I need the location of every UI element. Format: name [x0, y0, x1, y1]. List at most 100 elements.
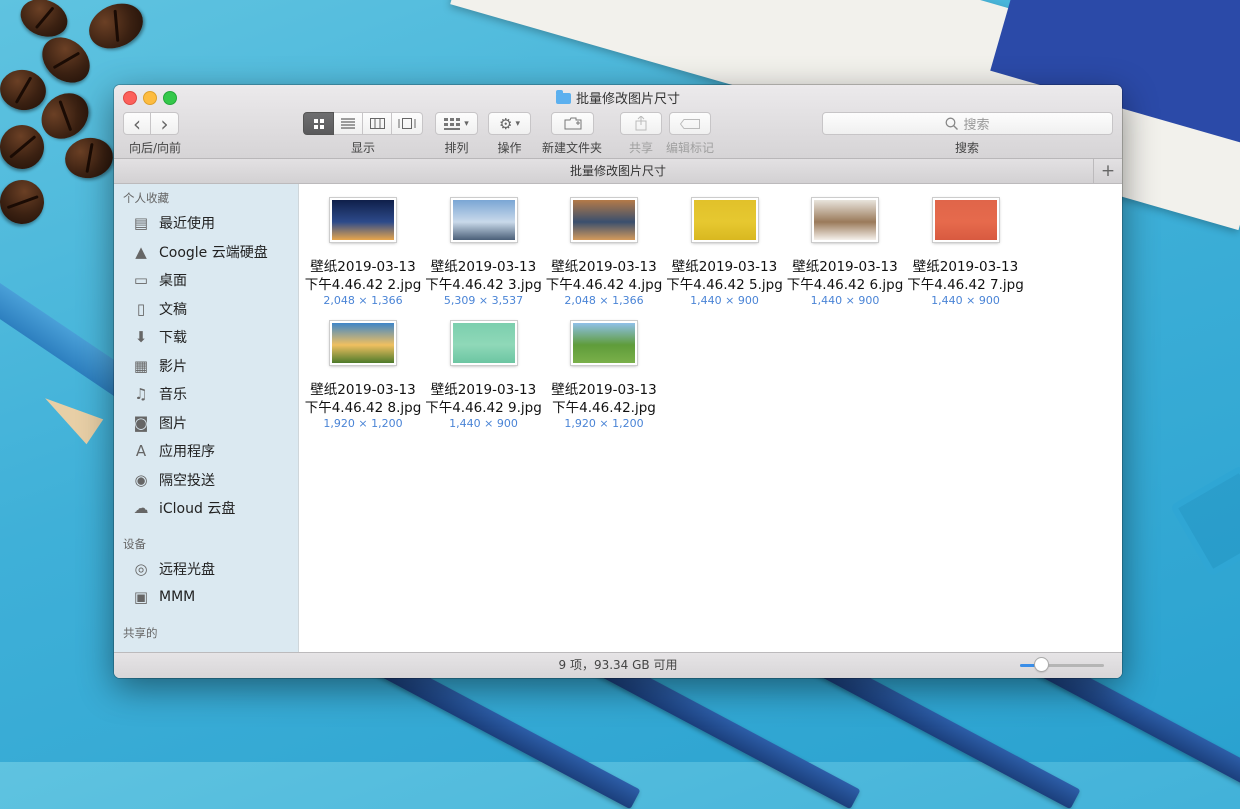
file-name-line1: 壁纸2019-03-13	[792, 259, 898, 275]
icon-view-button[interactable]	[303, 112, 334, 135]
file-item[interactable]: 壁纸2019-03-13 下午4.46.42 7.jpg 1,440 × 900	[906, 192, 1026, 307]
sidebar-item[interactable]: ▤ 最近使用	[132, 210, 298, 236]
file-name: 壁纸2019-03-13 下午4.46.42 4.jpg	[544, 258, 664, 294]
file-dimensions: 2,048 × 1,366	[323, 294, 403, 307]
sort-button[interactable]: ▾	[435, 112, 478, 135]
gallery-view-icon	[398, 118, 416, 129]
action-button[interactable]: ⚙ ▾	[488, 112, 531, 135]
applications-icon: A	[135, 442, 147, 460]
list-view-button[interactable]	[334, 112, 363, 135]
forward-button[interactable]: ›	[151, 112, 179, 135]
file-dimensions: 1,920 × 1,200	[564, 417, 644, 430]
movies-icon: ▦	[133, 356, 149, 375]
back-button[interactable]: ‹	[123, 112, 151, 135]
file-name-line2: 下午4.46.42 8.jpg	[304, 400, 422, 416]
pictures-icon: ◙	[133, 413, 149, 432]
tab-bar: 批量修改图片尺寸 +	[114, 159, 1122, 184]
edit-tags-button[interactable]	[669, 112, 711, 135]
sidebar-item[interactable]: ▭ 桌面	[132, 267, 298, 293]
file-name: 壁纸2019-03-13 下午4.46.42 3.jpg	[424, 258, 544, 294]
image-thumbnail	[932, 198, 999, 242]
gallery-view-button[interactable]	[392, 112, 423, 135]
file-item[interactable]: 壁纸2019-03-13 下午4.46.42 4.jpg 2,048 × 1,366	[544, 192, 664, 307]
new-folder-button[interactable]	[551, 112, 594, 135]
sidebar-item[interactable]: ▲ Coogle 云端硬盘	[132, 239, 298, 265]
file-item[interactable]: 壁纸2019-03-13 下午4.46.42 2.jpg 2,048 × 1,366	[303, 192, 423, 307]
sidebar-item-label: 桌面	[159, 273, 187, 289]
search-icon	[946, 117, 959, 130]
image-thumbnail	[330, 198, 396, 242]
file-item[interactable]: 壁纸2019-03-13 下午4.46.42 6.jpg 1,440 × 900	[785, 192, 905, 307]
sidebar-item[interactable]: ◎ 远程光盘	[132, 556, 298, 582]
chevron-down-icon: ▾	[464, 118, 469, 129]
sidebar-item-label: 图片	[159, 415, 187, 432]
search-placeholder: 搜索	[963, 118, 990, 133]
plus-icon: +	[1100, 161, 1116, 181]
column-view-button[interactable]	[363, 112, 392, 135]
sidebar-item-label: 远程光盘	[159, 561, 215, 578]
image-thumbnail	[571, 321, 637, 365]
downloads-icon: ⬇	[134, 328, 148, 346]
file-item[interactable]: 壁纸2019-03-13 下午4.46.42.jpg 1,920 × 1,200	[544, 315, 664, 430]
nav-label: 向后/向前	[128, 141, 182, 155]
image-thumbnail	[450, 198, 517, 242]
icon-size-slider[interactable]	[1020, 658, 1104, 671]
share-label: 共享	[628, 141, 653, 155]
file-name: 壁纸2019-03-13 下午4.46.42 7.jpg	[906, 258, 1026, 294]
file-dimensions: 1,440 × 900	[931, 294, 1000, 307]
file-name-line2: 下午4.46.42 7.jpg	[907, 277, 1024, 293]
new-tab-button[interactable]: +	[1093, 159, 1122, 183]
sidebar-item[interactable]: ☁ iCloud 云盘	[132, 495, 298, 521]
sidebar-item[interactable]: ▯ 文稿	[132, 296, 298, 322]
slider-knob[interactable]	[1035, 658, 1048, 671]
file-name-line1: 壁纸2019-03-13	[912, 259, 1019, 275]
toolbar: 批量修改图片尺寸 ‹ › 向后/向前 显示 ▾ 排列 ⚙ ▾ 操作 新建文件夹 …	[114, 85, 1122, 159]
file-name: 壁纸2019-03-13 下午4.46.42 6.jpg	[785, 258, 905, 294]
file-item[interactable]: 壁纸2019-03-13 下午4.46.42 8.jpg 1,920 × 1,200	[303, 315, 423, 430]
image-thumbnail	[450, 321, 517, 365]
file-item[interactable]: 壁纸2019-03-13 下午4.46.42 5.jpg 1,440 × 900	[665, 192, 785, 307]
file-dimensions: 5,309 × 3,537	[443, 294, 524, 307]
thumbnail-frame	[785, 192, 905, 248]
file-item[interactable]: 壁纸2019-03-13 下午4.46.42 3.jpg 5,309 × 3,537	[424, 192, 544, 307]
action-label: 操作	[497, 141, 522, 155]
sort-grid-icon	[444, 117, 461, 130]
search-label: 搜索	[954, 141, 979, 155]
file-name-line2: 下午4.46.42 4.jpg	[545, 277, 663, 293]
coffee-bean-decoration	[61, 134, 117, 182]
file-name-line2: 下午4.46.42 9.jpg	[425, 400, 542, 416]
sidebar-item[interactable]: ▦ 影片	[132, 353, 298, 379]
file-name-line2: 下午4.46.42 5.jpg	[666, 277, 783, 293]
thumbnail-frame	[906, 192, 1026, 248]
new-folder-label: 新建文件夹	[541, 141, 602, 155]
thumbnail-frame	[665, 192, 785, 248]
sidebar-item[interactable]: ♫ 音乐	[132, 381, 298, 407]
recents-icon: ▤	[133, 214, 149, 232]
tab-title[interactable]: 批量修改图片尺寸	[570, 164, 666, 178]
sidebar-item-label: 应用程序	[159, 444, 215, 460]
file-name-line1: 壁纸2019-03-13	[551, 259, 657, 275]
sidebar-item-label: 文稿	[159, 301, 187, 318]
column-view-icon	[369, 118, 385, 129]
file-item[interactable]: 壁纸2019-03-13 下午4.46.42 9.jpg 1,440 × 900	[424, 315, 544, 430]
sidebar-item-label: 下载	[159, 330, 187, 346]
music-icon: ♫	[134, 385, 148, 403]
thumbnail-frame	[303, 192, 423, 248]
file-name-line1: 壁纸2019-03-13	[430, 259, 537, 275]
sidebar-item-label: 影片	[159, 358, 187, 375]
share-button[interactable]	[620, 112, 662, 135]
search-input[interactable]: 搜索	[822, 112, 1113, 135]
window-title: 批量修改图片尺寸	[114, 88, 1122, 107]
sidebar-item[interactable]: ▣ MMM	[132, 584, 298, 610]
sidebar-item[interactable]: ◉ 隔空投送	[132, 467, 298, 493]
documents-icon: ▯	[136, 299, 146, 318]
file-name-line2: 下午4.46.42 6.jpg	[786, 277, 904, 293]
sidebar-item[interactable]: A 应用程序	[132, 438, 298, 464]
sidebar-item[interactable]: ⬇ 下载	[132, 324, 298, 350]
disk-icon: ▣	[133, 588, 149, 606]
file-name: 壁纸2019-03-13 下午4.46.42 9.jpg	[424, 381, 544, 417]
file-dimensions: 1,440 × 900	[810, 294, 880, 307]
image-thumbnail	[571, 198, 637, 242]
file-name: 壁纸2019-03-13 下午4.46.42 5.jpg	[665, 258, 785, 294]
sidebar-item[interactable]: ◙ 图片	[132, 410, 298, 436]
